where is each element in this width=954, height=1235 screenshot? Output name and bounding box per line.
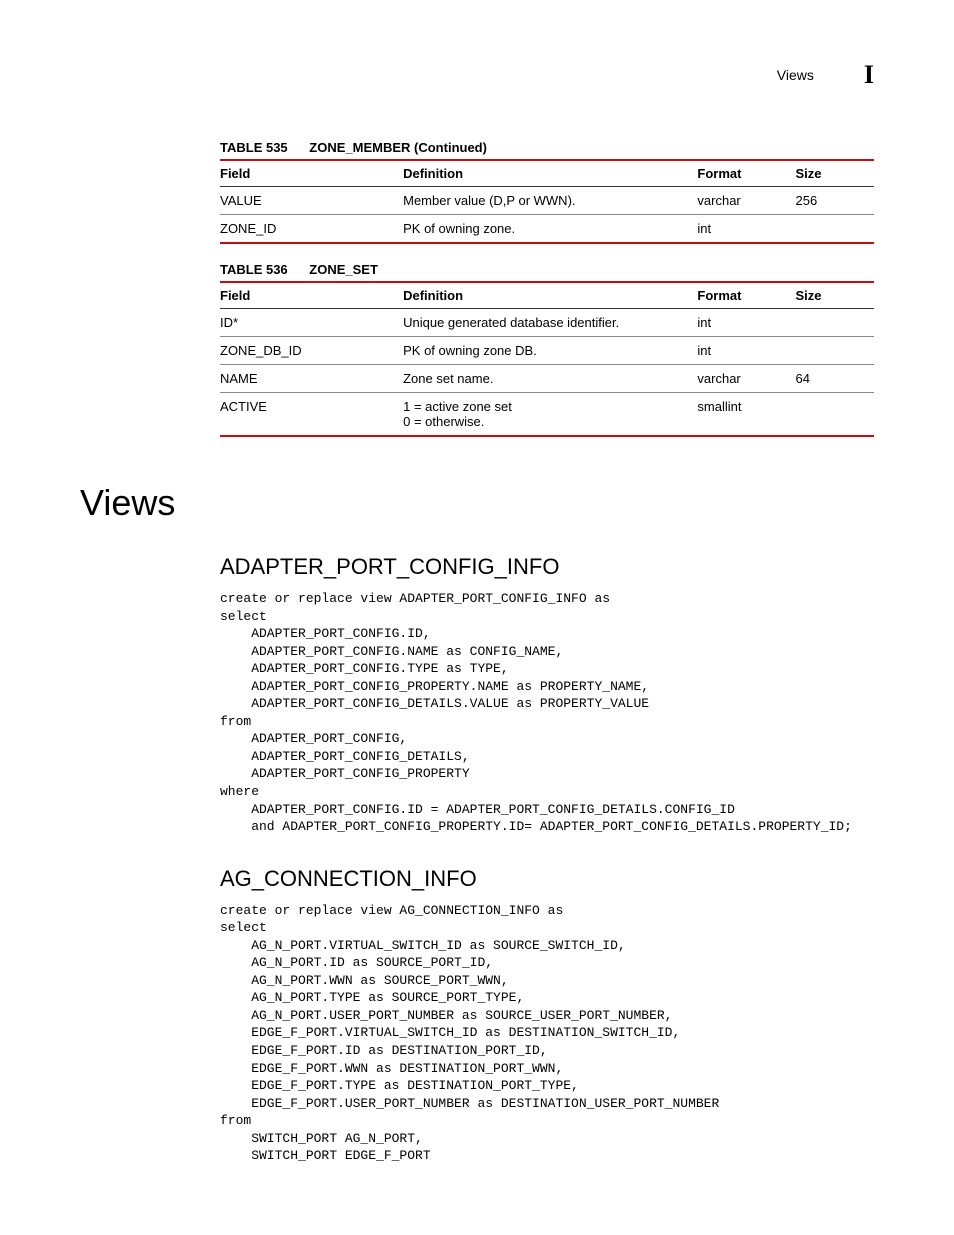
table-535-title: ZONE_MEMBER (Continued) — [309, 140, 487, 155]
cell-definition: Member value (D,P or WWN). — [403, 187, 697, 215]
page-header: Views I — [80, 60, 874, 90]
table-row: ZONE_ID PK of owning zone. int — [220, 215, 874, 244]
cell-definition: PK of owning zone DB. — [403, 337, 697, 365]
section-heading-views: Views — [80, 482, 874, 524]
cell-size: 64 — [796, 365, 875, 393]
cell-field: ZONE_DB_ID — [220, 337, 403, 365]
cell-format: smallint — [697, 393, 795, 437]
table-536-caption: TABLE 536 ZONE_SET — [220, 262, 874, 277]
table-row: ACTIVE 1 = active zone set 0 = otherwise… — [220, 393, 874, 437]
table-535: Field Definition Format Size VALUE Membe… — [220, 159, 874, 244]
table-535-label: TABLE 535 — [220, 140, 288, 155]
col-field: Field — [220, 160, 403, 187]
cell-field: ZONE_ID — [220, 215, 403, 244]
table-header-row: Field Definition Format Size — [220, 160, 874, 187]
cell-size — [796, 309, 875, 337]
table-535-caption: TABLE 535 ZONE_MEMBER (Continued) — [220, 140, 874, 155]
cell-field: NAME — [220, 365, 403, 393]
col-definition: Definition — [403, 160, 697, 187]
view-heading-ag-connection-info: AG_CONNECTION_INFO — [220, 866, 874, 892]
col-format: Format — [697, 160, 795, 187]
cell-size: 256 — [796, 187, 875, 215]
table-536-title: ZONE_SET — [309, 262, 378, 277]
cell-definition: Zone set name. — [403, 365, 697, 393]
running-title: Views — [777, 67, 814, 83]
cell-format: int — [697, 309, 795, 337]
cell-format: int — [697, 337, 795, 365]
cell-definition: 1 = active zone set 0 = otherwise. — [403, 393, 697, 437]
table-header-row: Field Definition Format Size — [220, 282, 874, 309]
col-definition: Definition — [403, 282, 697, 309]
cell-format: int — [697, 215, 795, 244]
col-format: Format — [697, 282, 795, 309]
table-536: Field Definition Format Size ID* Unique … — [220, 281, 874, 437]
cell-field: VALUE — [220, 187, 403, 215]
col-size: Size — [796, 282, 875, 309]
cell-format: varchar — [697, 365, 795, 393]
table-536-label: TABLE 536 — [220, 262, 288, 277]
cell-definition: PK of owning zone. — [403, 215, 697, 244]
table-row: NAME Zone set name. varchar 64 — [220, 365, 874, 393]
cell-size — [796, 215, 875, 244]
table-row: VALUE Member value (D,P or WWN). varchar… — [220, 187, 874, 215]
view-heading-adapter-port-config-info: ADAPTER_PORT_CONFIG_INFO — [220, 554, 874, 580]
cell-field: ID* — [220, 309, 403, 337]
cell-format: varchar — [697, 187, 795, 215]
cell-size — [796, 337, 875, 365]
sql-block-adapter-port-config-info: create or replace view ADAPTER_PORT_CONF… — [220, 590, 874, 836]
col-size: Size — [796, 160, 875, 187]
table-row: ZONE_DB_ID PK of owning zone DB. int — [220, 337, 874, 365]
chapter-letter: I — [864, 60, 874, 90]
cell-size — [796, 393, 875, 437]
cell-field: ACTIVE — [220, 393, 403, 437]
col-field: Field — [220, 282, 403, 309]
cell-definition: Unique generated database identifier. — [403, 309, 697, 337]
sql-block-ag-connection-info: create or replace view AG_CONNECTION_INF… — [220, 902, 874, 1165]
table-row: ID* Unique generated database identifier… — [220, 309, 874, 337]
